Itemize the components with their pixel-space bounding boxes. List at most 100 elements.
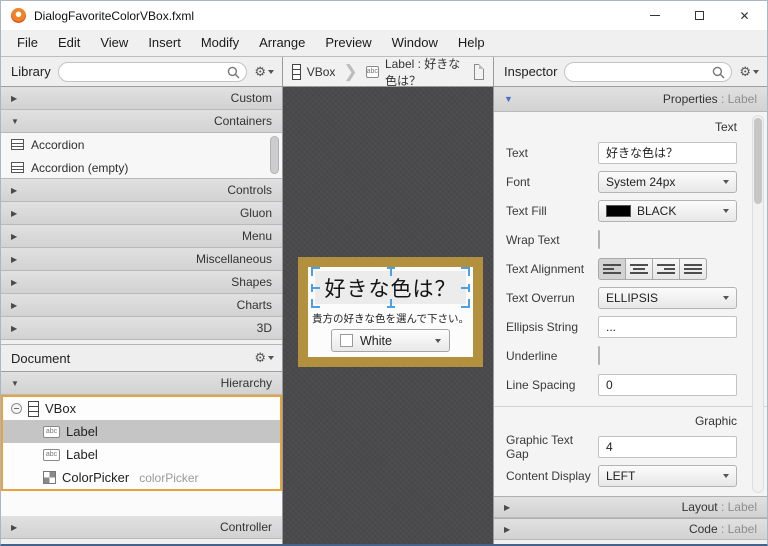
menu-view[interactable]: View	[90, 30, 138, 56]
library-section-shapes[interactable]: ▶ Shapes	[1, 271, 282, 294]
collapsed-arrow-icon: ▶	[11, 208, 18, 218]
section-label: Charts	[236, 298, 272, 312]
font-dropdown[interactable]: System 24px	[598, 170, 737, 193]
text-field[interactable]	[598, 141, 737, 164]
library-scrollbar-thumb[interactable]	[270, 136, 279, 174]
selected-label-preview[interactable]: 好きな色は？	[311, 267, 470, 308]
inspector-search-input[interactable]	[564, 61, 733, 82]
search-icon	[712, 66, 725, 79]
line-spacing-field[interactable]	[598, 373, 737, 396]
section-label: 3D	[256, 321, 272, 335]
section-label: Shapes	[231, 275, 272, 289]
tree-row-vbox[interactable]: VBox	[3, 397, 280, 420]
prop-row-text-fill: Text Fill BLACK	[494, 196, 767, 225]
menu-edit[interactable]: Edit	[48, 30, 90, 56]
selection-handle[interactable]	[461, 283, 470, 292]
library-section-3d[interactable]: ▶ 3D	[1, 317, 282, 340]
library-section-custom[interactable]: ▶ Custom	[1, 87, 282, 110]
selection-handle[interactable]	[311, 299, 320, 308]
menu-preview[interactable]: Preview	[315, 30, 381, 56]
inspector-scrollbar[interactable]	[752, 115, 764, 493]
library-item-accordion[interactable]: Accordion	[1, 133, 282, 156]
layout-header-label: Layout : Label	[681, 500, 757, 514]
menu-modify[interactable]: Modify	[191, 30, 249, 56]
library-header: Library ⚙	[1, 57, 282, 87]
library-section-menu[interactable]: ▶ Menu	[1, 225, 282, 248]
selection-handle[interactable]	[386, 299, 395, 308]
wrap-text-checkbox[interactable]	[598, 229, 600, 249]
library-section-gluon[interactable]: ▶ Gluon	[1, 202, 282, 225]
menu-help[interactable]: Help	[448, 30, 495, 56]
scene-builder-window: DialogFavoriteColorVBox.fxml ✕ File Edit…	[0, 0, 768, 546]
graphic-text-gap-field[interactable]	[598, 435, 737, 458]
ellipsis-string-field[interactable]	[598, 315, 737, 338]
content-display-dropdown[interactable]: LEFT	[598, 464, 737, 487]
colorpicker-icon	[43, 471, 56, 484]
expanded-arrow-icon: ▼	[504, 94, 513, 104]
library-menu-button[interactable]: ⚙	[254, 64, 274, 80]
subtitle-label-preview[interactable]: 貴方の好きな色を選んで下さい。	[304, 311, 477, 326]
chevron-down-icon	[723, 473, 729, 478]
library-search-input[interactable]	[57, 61, 248, 82]
inspector-menu-button[interactable]: ⚙	[739, 64, 759, 80]
library-section-miscellaneous[interactable]: ▶ Miscellaneous	[1, 248, 282, 271]
properties-header-label: Properties : Label	[662, 92, 757, 106]
align-right-button[interactable]	[652, 257, 680, 280]
selection-handle[interactable]	[311, 267, 320, 276]
tree-row-label-selected[interactable]: abc Label	[3, 420, 280, 443]
colorpicker-preview[interactable]: White	[331, 329, 450, 352]
library-section-charts[interactable]: ▶ Charts	[1, 294, 282, 317]
tree-row-label: VBox	[45, 401, 77, 416]
hierarchy-section-header[interactable]: ▼ Hierarchy	[1, 372, 282, 395]
subsection-text: Text	[714, 120, 737, 134]
controller-section-header[interactable]: ▶ Controller	[1, 516, 282, 539]
collapse-expander-icon[interactable]	[11, 403, 22, 414]
selection-handle[interactable]	[386, 267, 395, 276]
content-display-value: LEFT	[606, 468, 636, 483]
breadcrumb-vbox[interactable]: VBox	[307, 65, 336, 79]
menu-window[interactable]: Window	[382, 30, 448, 56]
section-label: Controller	[219, 520, 272, 534]
breadcrumb-label[interactable]: Label : 好きな色は？	[385, 55, 468, 89]
maximize-button[interactable]	[677, 1, 722, 30]
layout-section-header[interactable]: ▶ Layout : Label	[494, 496, 767, 518]
selection-handle[interactable]	[311, 283, 320, 292]
selection-handle[interactable]	[461, 267, 470, 276]
accordion-icon	[11, 162, 24, 173]
prop-row-line-spacing: Line Spacing	[494, 370, 767, 399]
inspector-scrollbar-thumb[interactable]	[754, 118, 762, 204]
library-section-controls[interactable]: ▶ Controls	[1, 179, 282, 202]
breadcrumb: VBox ❯ abc Label : 好きな色は？	[283, 55, 493, 89]
selection-handle[interactable]	[461, 299, 470, 308]
tree-row-label[interactable]: abc Label	[3, 443, 280, 466]
prop-row-content-display: Content Display LEFT	[494, 461, 767, 490]
properties-section-header[interactable]: ▼ Properties : Label	[494, 87, 767, 112]
minimize-button[interactable]	[632, 1, 677, 30]
collapsed-arrow-icon: ▶	[504, 502, 511, 512]
code-section-header[interactable]: ▶ Code : Label	[494, 518, 767, 540]
align-left-button[interactable]	[598, 257, 626, 280]
accordion-icon	[11, 139, 24, 150]
menu-arrange[interactable]: Arrange	[249, 30, 315, 56]
library-section-containers[interactable]: ▼ Containers	[1, 110, 282, 133]
collapsed-arrow-icon: ▶	[11, 93, 18, 103]
prop-row-graphic-text-gap: Graphic Text Gap	[494, 432, 767, 461]
library-item-accordion-empty[interactable]: Accordion (empty)	[1, 156, 282, 179]
align-justify-button[interactable]	[679, 257, 707, 280]
menu-insert[interactable]: Insert	[138, 30, 191, 56]
close-button[interactable]: ✕	[722, 1, 767, 30]
text-overrun-dropdown[interactable]: ELLIPSIS	[598, 286, 737, 309]
inspector-title: Inspector	[504, 64, 558, 79]
tree-row-colorpicker[interactable]: ColorPicker colorPicker	[3, 466, 280, 489]
text-fill-dropdown[interactable]: BLACK	[598, 199, 737, 222]
document-file-icon[interactable]	[473, 63, 485, 80]
subsection-graphic: Graphic	[494, 406, 767, 432]
colorpicker-value: White	[360, 333, 392, 348]
design-canvas[interactable]: 好きな色は？ 貴方の好きな色を選んで下さい。 White	[283, 87, 493, 544]
collapsed-arrow-icon: ▶	[11, 277, 18, 287]
underline-checkbox[interactable]	[598, 345, 600, 365]
document-menu-button[interactable]: ⚙	[254, 350, 274, 366]
align-center-button[interactable]	[625, 257, 653, 280]
vbox-preview[interactable]: 好きな色は？ 貴方の好きな色を選んで下さい。 White	[298, 257, 483, 367]
menu-file[interactable]: File	[7, 30, 48, 56]
